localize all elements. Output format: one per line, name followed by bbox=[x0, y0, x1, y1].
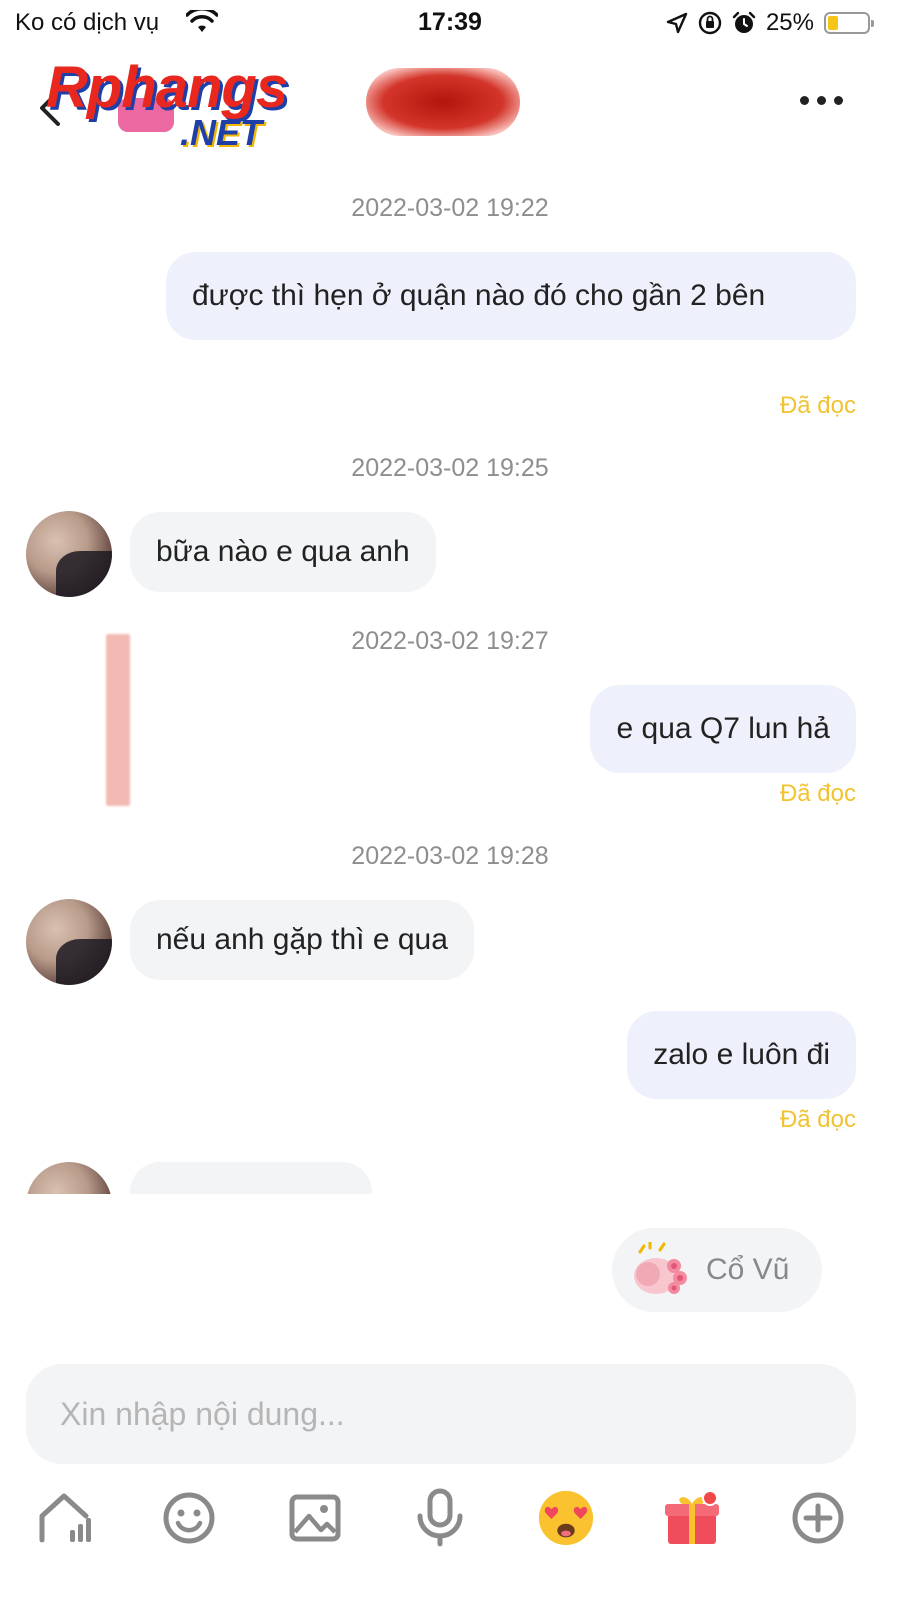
more-icon[interactable] bbox=[800, 96, 844, 108]
emoji-icon[interactable] bbox=[159, 1488, 219, 1548]
battery-icon bbox=[824, 12, 874, 34]
redaction-strip bbox=[106, 634, 130, 806]
read-receipt: Đã đọc bbox=[779, 780, 856, 807]
outgoing-message[interactable]: được thì hẹn ở quận nào đó cho gần 2 bên bbox=[166, 252, 856, 340]
gift-icon[interactable] bbox=[662, 1488, 722, 1548]
outgoing-message[interactable]: zalo e luôn đi bbox=[627, 1011, 856, 1099]
status-icons: 25% bbox=[666, 8, 874, 38]
battery-fill bbox=[828, 16, 838, 30]
avatar[interactable] bbox=[26, 1162, 112, 1194]
logo-sub-text: .NET bbox=[180, 112, 263, 153]
contact-name-redacted[interactable] bbox=[366, 68, 520, 136]
heart-eyes-emoji-icon[interactable] bbox=[536, 1488, 596, 1548]
avatar[interactable] bbox=[26, 511, 112, 597]
message-list[interactable]: 2022-03-02 19:22 được thì hẹn ở quận nào… bbox=[0, 164, 900, 1194]
incoming-message[interactable]: nếu anh gặp thì e qua bbox=[130, 900, 474, 980]
microphone-icon[interactable] bbox=[410, 1488, 470, 1548]
alarm-icon bbox=[732, 11, 756, 33]
logo-main-text: Rphangs bbox=[46, 55, 288, 120]
message-timestamp: 2022-03-02 19:28 bbox=[351, 842, 549, 870]
stats-icon[interactable] bbox=[34, 1488, 94, 1548]
more-dot bbox=[834, 96, 843, 105]
message-input[interactable] bbox=[26, 1364, 856, 1464]
more-dot bbox=[817, 96, 826, 105]
rotation-lock-icon bbox=[698, 11, 722, 35]
cheer-fist-icon bbox=[634, 1242, 687, 1294]
status-bar: Ko có dịch vụ 17:39 25% bbox=[0, 0, 900, 44]
composer-toolbar bbox=[0, 1482, 900, 1562]
incoming-message[interactable]: bữa nào e qua anh bbox=[130, 512, 436, 592]
incoming-message[interactable] bbox=[130, 1162, 372, 1194]
watermark-logo: Rphangs .NET bbox=[40, 54, 320, 154]
message-timestamp: 2022-03-02 19:27 bbox=[351, 627, 549, 655]
message-timestamp: 2022-03-02 19:22 bbox=[351, 194, 549, 222]
more-dot bbox=[800, 96, 809, 105]
notification-dot bbox=[702, 1490, 718, 1506]
cheer-label: Cổ Vũ bbox=[706, 1253, 790, 1286]
message-timestamp: 2022-03-02 19:25 bbox=[351, 454, 549, 482]
cheer-button[interactable]: Cổ Vũ bbox=[612, 1228, 822, 1312]
image-icon[interactable] bbox=[285, 1488, 345, 1548]
battery-cap bbox=[871, 20, 874, 27]
plus-icon[interactable] bbox=[788, 1488, 848, 1548]
read-receipt: Đã đọc bbox=[779, 392, 856, 419]
battery-percent: 25% bbox=[765, 9, 814, 36]
location-arrow-icon bbox=[666, 12, 688, 34]
chat-header: Rphangs .NET bbox=[0, 44, 900, 164]
avatar[interactable] bbox=[26, 899, 112, 985]
read-receipt: Đã đọc bbox=[779, 1106, 856, 1133]
outgoing-message[interactable]: e qua Q7 lun hả bbox=[590, 685, 856, 773]
